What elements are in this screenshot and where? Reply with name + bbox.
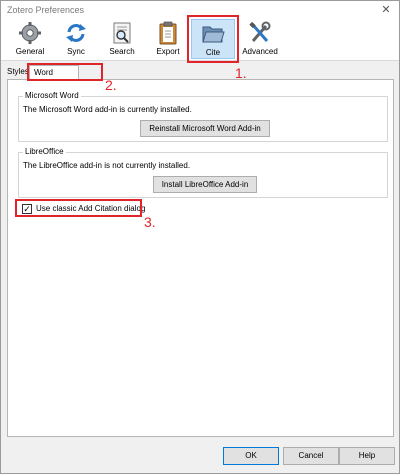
toolbar-sync-button[interactable]: Sync xyxy=(53,19,99,59)
annotation-number-two: 2. xyxy=(105,77,117,93)
help-button[interactable]: Help xyxy=(339,447,395,465)
toolbar-general-button[interactable]: General xyxy=(7,19,53,59)
toolbar-advanced-button[interactable]: Advanced xyxy=(237,19,283,59)
gear-icon xyxy=(19,22,41,44)
toolbar-search-button[interactable]: Search xyxy=(99,19,145,59)
clipboard-icon xyxy=(159,21,177,45)
toolbar-label: General xyxy=(15,47,45,56)
ok-button[interactable]: OK xyxy=(223,447,279,465)
libreoffice-status-text: The LibreOffice add-in is not currently … xyxy=(23,161,191,170)
libreoffice-group: LibreOffice The LibreOffice add-in is no… xyxy=(18,147,388,198)
tools-icon xyxy=(249,21,271,42)
group-legend: Microsoft Word xyxy=(23,91,81,100)
reinstall-word-addin-button[interactable]: Reinstall Microsoft Word Add-in xyxy=(140,120,270,137)
toolbar-label: Export xyxy=(156,47,180,56)
annotation-box-cite xyxy=(187,15,239,63)
toolbar-label: Search xyxy=(109,47,135,56)
word-status-text: The Microsoft Word add-in is currently i… xyxy=(23,105,192,114)
group-legend: LibreOffice xyxy=(23,147,66,156)
toolbar-label: Sync xyxy=(67,47,85,56)
cancel-button[interactable]: Cancel xyxy=(283,447,339,465)
microsoft-word-group: Microsoft Word The Microsoft Word add-in… xyxy=(18,91,388,142)
window-title: Zotero Preferences xyxy=(7,5,85,15)
preferences-window: Zotero Preferences ✕ General Sync Search… xyxy=(0,0,400,474)
annotation-number-three: 3. xyxy=(144,214,156,230)
annotation-number-one: 1. xyxy=(235,65,247,81)
dialog-button-bar: OK Cancel Help xyxy=(1,437,399,473)
toolbar-export-button[interactable]: Export xyxy=(145,19,191,59)
annotation-box-checkbox xyxy=(15,199,142,217)
toolbar-label: Advanced xyxy=(242,47,278,56)
word-processors-panel: Microsoft Word The Microsoft Word add-in… xyxy=(7,79,394,437)
install-libreoffice-addin-button[interactable]: Install LibreOffice Add-in xyxy=(153,176,257,193)
search-icon xyxy=(113,22,131,44)
close-icon[interactable]: ✕ xyxy=(379,3,393,17)
annotation-box-tab xyxy=(27,63,103,81)
tab-styles[interactable]: Styles xyxy=(7,65,29,79)
sync-icon xyxy=(66,24,86,42)
